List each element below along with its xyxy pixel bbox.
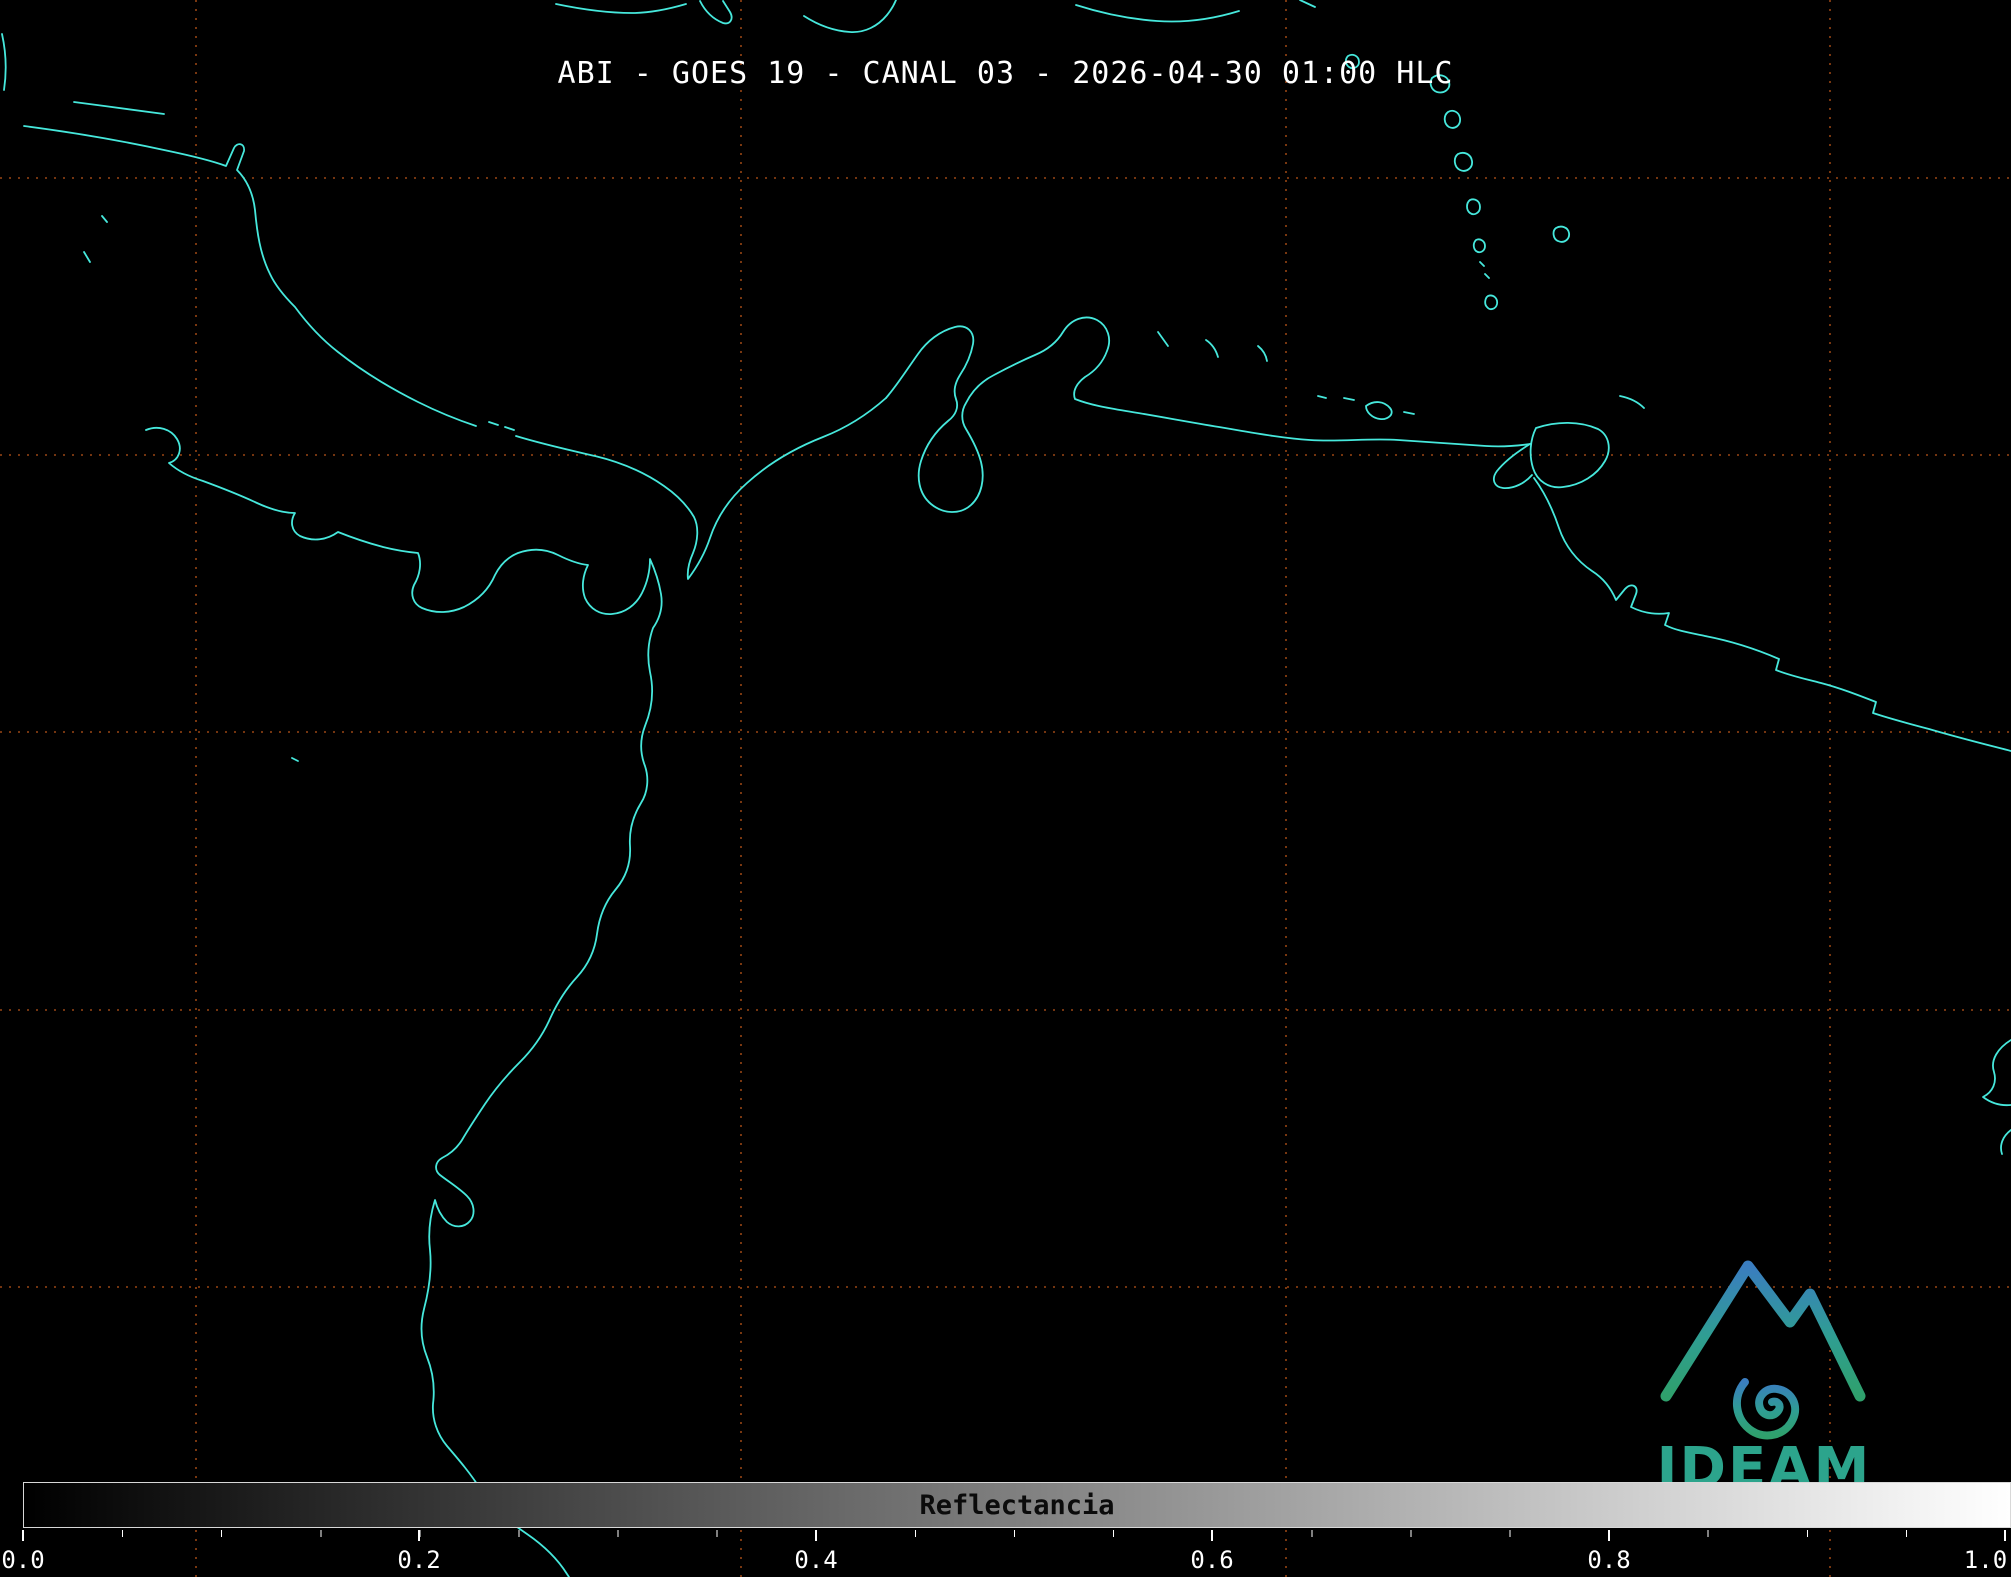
tick-mark [418,1530,420,1541]
tick-label: 0.2 [397,1546,441,1574]
coastline-paria-trinidad-tobago [1492,395,1645,489]
coastline-panama-caribbean-uraba-colombia [515,397,887,580]
satellite-image-viewport: ABI - GOES 19 - CANAL 03 - 2026-04-30 01… [0,0,2011,1577]
colorbar: Reflectancia 0.0 0.2 0.4 0.6 0.8 1.0 [0,1482,2011,1577]
coastline-guajira-maracaibo-venezuela [885,316,1531,513]
tick-mark [2004,1530,2006,1541]
tick-label: 0.6 [1190,1546,1234,1574]
coastline-abc-islands [1157,331,1268,362]
coastline-margarita-los-roques [1317,395,1415,420]
tick-label: 0.8 [1587,1546,1631,1574]
tick-mark [1211,1530,1213,1541]
tick-mark [22,1530,24,1541]
tick-label: 0.0 [1,1546,45,1574]
colorbar-axis: 0.0 0.2 0.4 0.6 0.8 1.0 [0,1530,2011,1576]
ideam-logo: IDEAM [1652,1238,1876,1501]
coastline-pacific-central-south-america [145,426,663,1577]
image-title: ABI - GOES 19 - CANAL 03 - 2026-04-30 01… [557,56,1454,91]
tick-mark [1608,1530,1610,1541]
coastline-san-andres-providencia [83,215,299,762]
coastline-nicaragua-costarica-caribbean [23,125,477,427]
tick-mark [815,1530,817,1541]
coastline-hispaniola-puertorico-fragments [555,0,1316,33]
colorbar-minor-ticks [23,1530,2011,1537]
colorbar-gradient: Reflectancia [23,1482,2011,1528]
coastline-bocas-islands [488,421,515,431]
mountain-icon [1660,1260,1866,1402]
hurricane-spiral-icon [1733,1378,1800,1440]
tick-label: 1.0 [1963,1546,2008,1574]
colorbar-label: Reflectancia [919,1490,1115,1521]
coastline-amazon-fragment [1982,1039,2011,1155]
tick-label: 0.4 [794,1546,838,1574]
coastline-orinoco-guyana [1533,477,2011,752]
coastline-lesser-antilles [1344,53,1570,311]
